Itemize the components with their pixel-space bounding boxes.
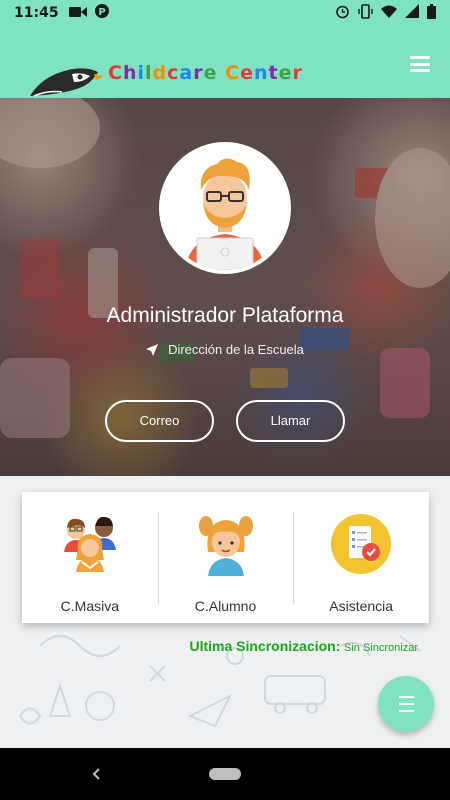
- alarm-icon: [335, 4, 350, 23]
- logo-letter: t: [268, 62, 279, 84]
- system-navigation-bar: [0, 748, 450, 800]
- signal-icon: [405, 4, 419, 22]
- profile-address: Dirección de la Escuela: [0, 342, 450, 359]
- logo-letter: [217, 62, 225, 84]
- shortcut-label: C.Alumno: [194, 598, 257, 614]
- logo-letter: e: [240, 62, 254, 84]
- profile-name: Administrador Plataforma: [106, 304, 344, 327]
- girl-student-icon: [194, 512, 258, 576]
- home-pill-button[interactable]: [209, 768, 241, 780]
- svg-text:P: P: [98, 7, 105, 18]
- shortcut-c-alumno[interactable]: C.Alumno: [157, 492, 294, 623]
- logo-letter: e: [278, 62, 293, 84]
- back-icon[interactable]: [90, 766, 104, 782]
- logo-letter: i: [137, 62, 145, 84]
- logo-letter: d: [152, 62, 168, 84]
- penguin-logo-icon: [28, 62, 106, 98]
- logo-letter: r: [193, 62, 204, 84]
- app-logo-text: Childcare Center: [108, 62, 303, 84]
- sync-status: Ultima Sincronizacion: Sin Sincronizar: [189, 638, 418, 654]
- status-bar: 11:45 P: [0, 0, 450, 26]
- logo-letter: l: [145, 62, 153, 84]
- call-button[interactable]: Llamar: [236, 400, 345, 442]
- shortcut-c-masiva[interactable]: C.Masiva: [22, 492, 158, 623]
- logo-letter: n: [253, 62, 269, 84]
- avatar: [159, 142, 291, 274]
- attendance-checklist-icon: [329, 512, 393, 576]
- shortcut-asistencia[interactable]: Asistencia: [293, 492, 429, 623]
- logo-letter: r: [292, 62, 303, 84]
- navigation-arrow-icon: [146, 344, 159, 359]
- logo-letter: a: [179, 62, 194, 84]
- logo-letter: e: [203, 62, 218, 84]
- parking-icon: P: [94, 4, 109, 22]
- sync-value: Sin Sincronizar: [344, 642, 418, 654]
- logo-letter: C: [108, 62, 123, 84]
- hamburger-icon: [410, 56, 430, 59]
- logo-letter: h: [122, 62, 138, 84]
- main-content: C.Masiva C.Alumno Asistencia Ultima Sinc…: [0, 476, 450, 748]
- address-text: Dirección de la Escuela: [168, 342, 304, 357]
- email-button[interactable]: Correo: [105, 400, 214, 442]
- sync-label: Ultima Sincronizacion:: [189, 638, 341, 654]
- group-children-icon: [58, 512, 122, 576]
- floating-menu-button[interactable]: [378, 676, 434, 732]
- profile-header: Administrador Plataforma Dirección de la…: [0, 98, 450, 476]
- videocam-icon: [68, 5, 87, 22]
- app-bar: Childcare Center: [0, 26, 450, 98]
- logo-letter: C: [225, 62, 241, 84]
- shortcut-label: C.Masiva: [60, 598, 120, 614]
- shortcut-label: Asistencia: [329, 598, 394, 614]
- hamburger-menu-button[interactable]: [410, 56, 430, 72]
- vibrate-icon: [358, 3, 373, 23]
- wifi-icon: [381, 5, 397, 22]
- shortcuts-card: C.Masiva C.Alumno Asistencia: [22, 492, 429, 623]
- battery-icon: [427, 3, 436, 23]
- status-time: 11:45: [14, 5, 59, 21]
- logo-letter: c: [167, 62, 180, 84]
